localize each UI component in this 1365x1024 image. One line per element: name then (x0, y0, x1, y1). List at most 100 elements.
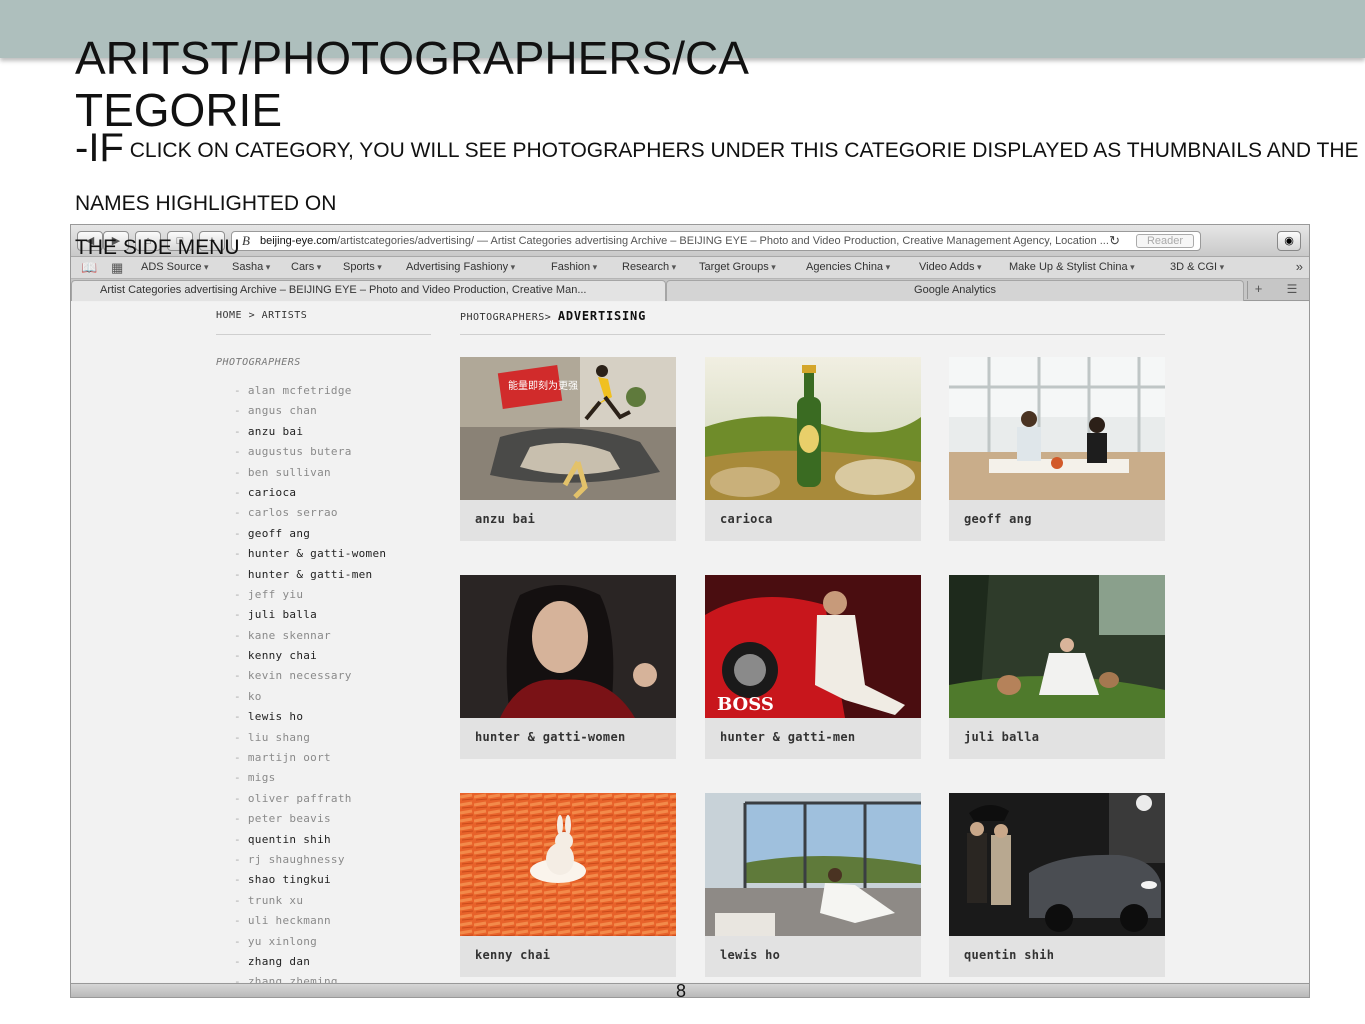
slide-title: ARITST/PHOTOGRAPHERS/CATEGORIE (75, 32, 749, 136)
photographer-card[interactable]: lewis ho (705, 793, 921, 977)
thumbnail-image[interactable] (949, 793, 1165, 936)
tab-list-icon[interactable]: ☰ (1281, 281, 1303, 299)
new-tab-icon[interactable]: + (1247, 281, 1269, 299)
card-caption[interactable]: hunter & gatti-women (475, 730, 626, 744)
side-menu-item[interactable]: angus chan (234, 401, 386, 421)
photographers-side-menu: alan mcfetridgeangus chananzu baiaugustu… (234, 381, 386, 993)
bookmark-folder[interactable]: ADS Source (141, 261, 209, 273)
side-menu-item[interactable]: liu shang (234, 728, 386, 748)
side-menu-item[interactable]: zhang dan (234, 952, 386, 972)
url-domain: beijing-eye.com (260, 235, 338, 247)
bookmarks-bar: 📖 ▦ ADS Source Sasha Cars Sports Adverti… (71, 257, 1309, 279)
side-menu-item[interactable]: lewis ho (234, 707, 386, 727)
card-caption[interactable]: hunter & gatti-men (720, 730, 855, 744)
breadcrumb-category: PHOTOGRAPHERS> ADVERTISING (460, 309, 646, 323)
side-menu-item[interactable]: anzu bai (234, 422, 386, 442)
thumbnail-image[interactable] (949, 357, 1165, 500)
breadcrumb-photographers[interactable]: PHOTOGRAPHERS> (460, 312, 551, 323)
bookmark-folder[interactable]: Video Adds (919, 261, 982, 273)
side-menu-item[interactable]: carlos serrao (234, 503, 386, 523)
reload-icon[interactable]: ↻ (1109, 232, 1120, 250)
tab-bar: Artist Categories advertising Archive – … (71, 279, 1309, 301)
thumbnail-image[interactable]: BOSS (705, 575, 921, 718)
url-path: /artistcategories/advertising/ — Artist … (337, 235, 1109, 247)
side-menu-item[interactable]: oliver paffrath (234, 789, 386, 809)
side-menu-item[interactable]: trunk xu (234, 891, 386, 911)
side-menu-item[interactable]: shao tingkui (234, 870, 386, 890)
bookmark-folder[interactable]: Target Groups (699, 261, 776, 273)
side-menu-item[interactable]: quentin shih (234, 830, 386, 850)
thumbnail-image[interactable] (949, 575, 1165, 718)
photographer-card[interactable]: geoff ang (949, 357, 1165, 541)
thumbnail-image[interactable] (460, 575, 676, 718)
side-menu-item[interactable]: kevin necessary (234, 666, 386, 686)
page-number: 8 (676, 981, 687, 1001)
bookmark-folder[interactable]: Research (622, 261, 676, 273)
slide: ARITST/PHOTOGRAPHERS/CATEGORIE -IF CLICK… (0, 0, 1365, 1024)
side-menu-item[interactable]: hunter & gatti-women (234, 544, 386, 564)
side-menu-item[interactable]: carioca (234, 483, 386, 503)
website-page: HOME > ARTISTS PHOTOGRAPHERS alan mcfetr… (71, 302, 1309, 988)
thumbnail-image[interactable] (705, 357, 921, 500)
stop-icon[interactable]: ◉ (1277, 231, 1301, 251)
photographer-card[interactable]: BOSS hunter & gatti-men (705, 575, 921, 759)
side-menu-item[interactable]: alan mcfetridge (234, 381, 386, 401)
side-menu-item[interactable]: juli balla (234, 605, 386, 625)
photographer-card[interactable]: 能量即刻为更强 anzu bai (460, 357, 676, 541)
divider (216, 334, 431, 335)
browser-screenshot: ◀ ▶ ⌂ □ + B beijing-eye.com/artistcatego… (70, 224, 1310, 998)
side-menu-item[interactable]: kane skennar (234, 626, 386, 646)
side-menu-item[interactable]: ben sullivan (234, 463, 386, 483)
bookmark-folder[interactable]: Cars (291, 261, 321, 273)
photographer-card[interactable]: hunter & gatti-women (460, 575, 676, 759)
side-menu-item[interactable]: yu xinlong (234, 932, 386, 952)
breadcrumb-current-category: ADVERTISING (557, 309, 647, 323)
bookmark-folder[interactable]: Advertising Fashiony (406, 261, 515, 273)
bookmark-folder[interactable]: Make Up & Stylist China (1009, 261, 1135, 273)
side-menu-item[interactable]: peter beavis (234, 809, 386, 829)
side-menu-item[interactable]: augustus butera (234, 442, 386, 462)
side-menu-item[interactable]: hunter & gatti-men (234, 565, 386, 585)
bookmark-folder[interactable]: Agencies China (806, 261, 890, 273)
reader-button[interactable]: Reader (1136, 234, 1194, 248)
bookmark-folder[interactable]: Sasha (232, 261, 270, 273)
bookmark-folder[interactable]: Sports (343, 261, 382, 273)
side-menu-item[interactable]: uli heckmann (234, 911, 386, 931)
bookmark-folder[interactable]: Fashion (551, 261, 597, 273)
browser-toolbar: ◀ ▶ ⌂ □ + B beijing-eye.com/artistcatego… (71, 225, 1309, 257)
thumbnail-image[interactable]: 能量即刻为更强 (460, 357, 676, 500)
bookmark-folder[interactable]: 3D & CGI (1170, 261, 1224, 273)
thumbnail-image[interactable] (705, 793, 921, 936)
side-menu-item[interactable]: geoff ang (234, 524, 386, 544)
photographer-card[interactable]: juli balla (949, 575, 1165, 759)
side-menu-heading: PHOTOGRAPHERS (216, 357, 301, 368)
side-menu-item[interactable]: martijn oort (234, 748, 386, 768)
address-bar[interactable]: B beijing-eye.com/artistcategories/adver… (231, 231, 1201, 251)
card-caption[interactable]: anzu bai (475, 512, 535, 526)
side-menu-item[interactable]: kenny chai (234, 646, 386, 666)
photographer-card[interactable]: quentin shih (949, 793, 1165, 977)
card-caption[interactable]: kenny chai (475, 948, 550, 962)
tab-google-analytics[interactable]: Google Analytics (666, 280, 1244, 301)
card-caption[interactable]: quentin shih (964, 948, 1054, 962)
side-menu-item[interactable]: ko (234, 687, 386, 707)
thumbnail-image[interactable] (460, 793, 676, 936)
card-caption[interactable]: lewis ho (720, 948, 780, 962)
reading-list-icon[interactable]: 📖 (81, 260, 97, 276)
side-menu-item[interactable]: rj shaughnessy (234, 850, 386, 870)
top-sites-icon[interactable]: ▦ (111, 260, 123, 276)
breadcrumb-home-artists[interactable]: HOME > ARTISTS (216, 310, 307, 321)
photographer-card[interactable]: kenny chai (460, 793, 676, 977)
tab-artist-categories[interactable]: Artist Categories advertising Archive – … (71, 280, 666, 301)
side-menu-item[interactable]: migs (234, 768, 386, 788)
ad-brand-text: BOSS (717, 694, 774, 715)
photographer-card[interactable]: carioca (705, 357, 921, 541)
card-caption[interactable]: carioca (720, 512, 773, 526)
divider (460, 334, 1165, 335)
site-favicon-icon: B (242, 233, 250, 248)
side-menu-item[interactable]: jeff yiu (234, 585, 386, 605)
bullet-text: CLICK ON CATEGORY, YOU WILL SEE PHOTOGRA… (129, 139, 1359, 162)
more-bookmarks-icon[interactable]: » (1296, 259, 1303, 274)
card-caption[interactable]: juli balla (964, 730, 1039, 744)
card-caption[interactable]: geoff ang (964, 512, 1032, 526)
